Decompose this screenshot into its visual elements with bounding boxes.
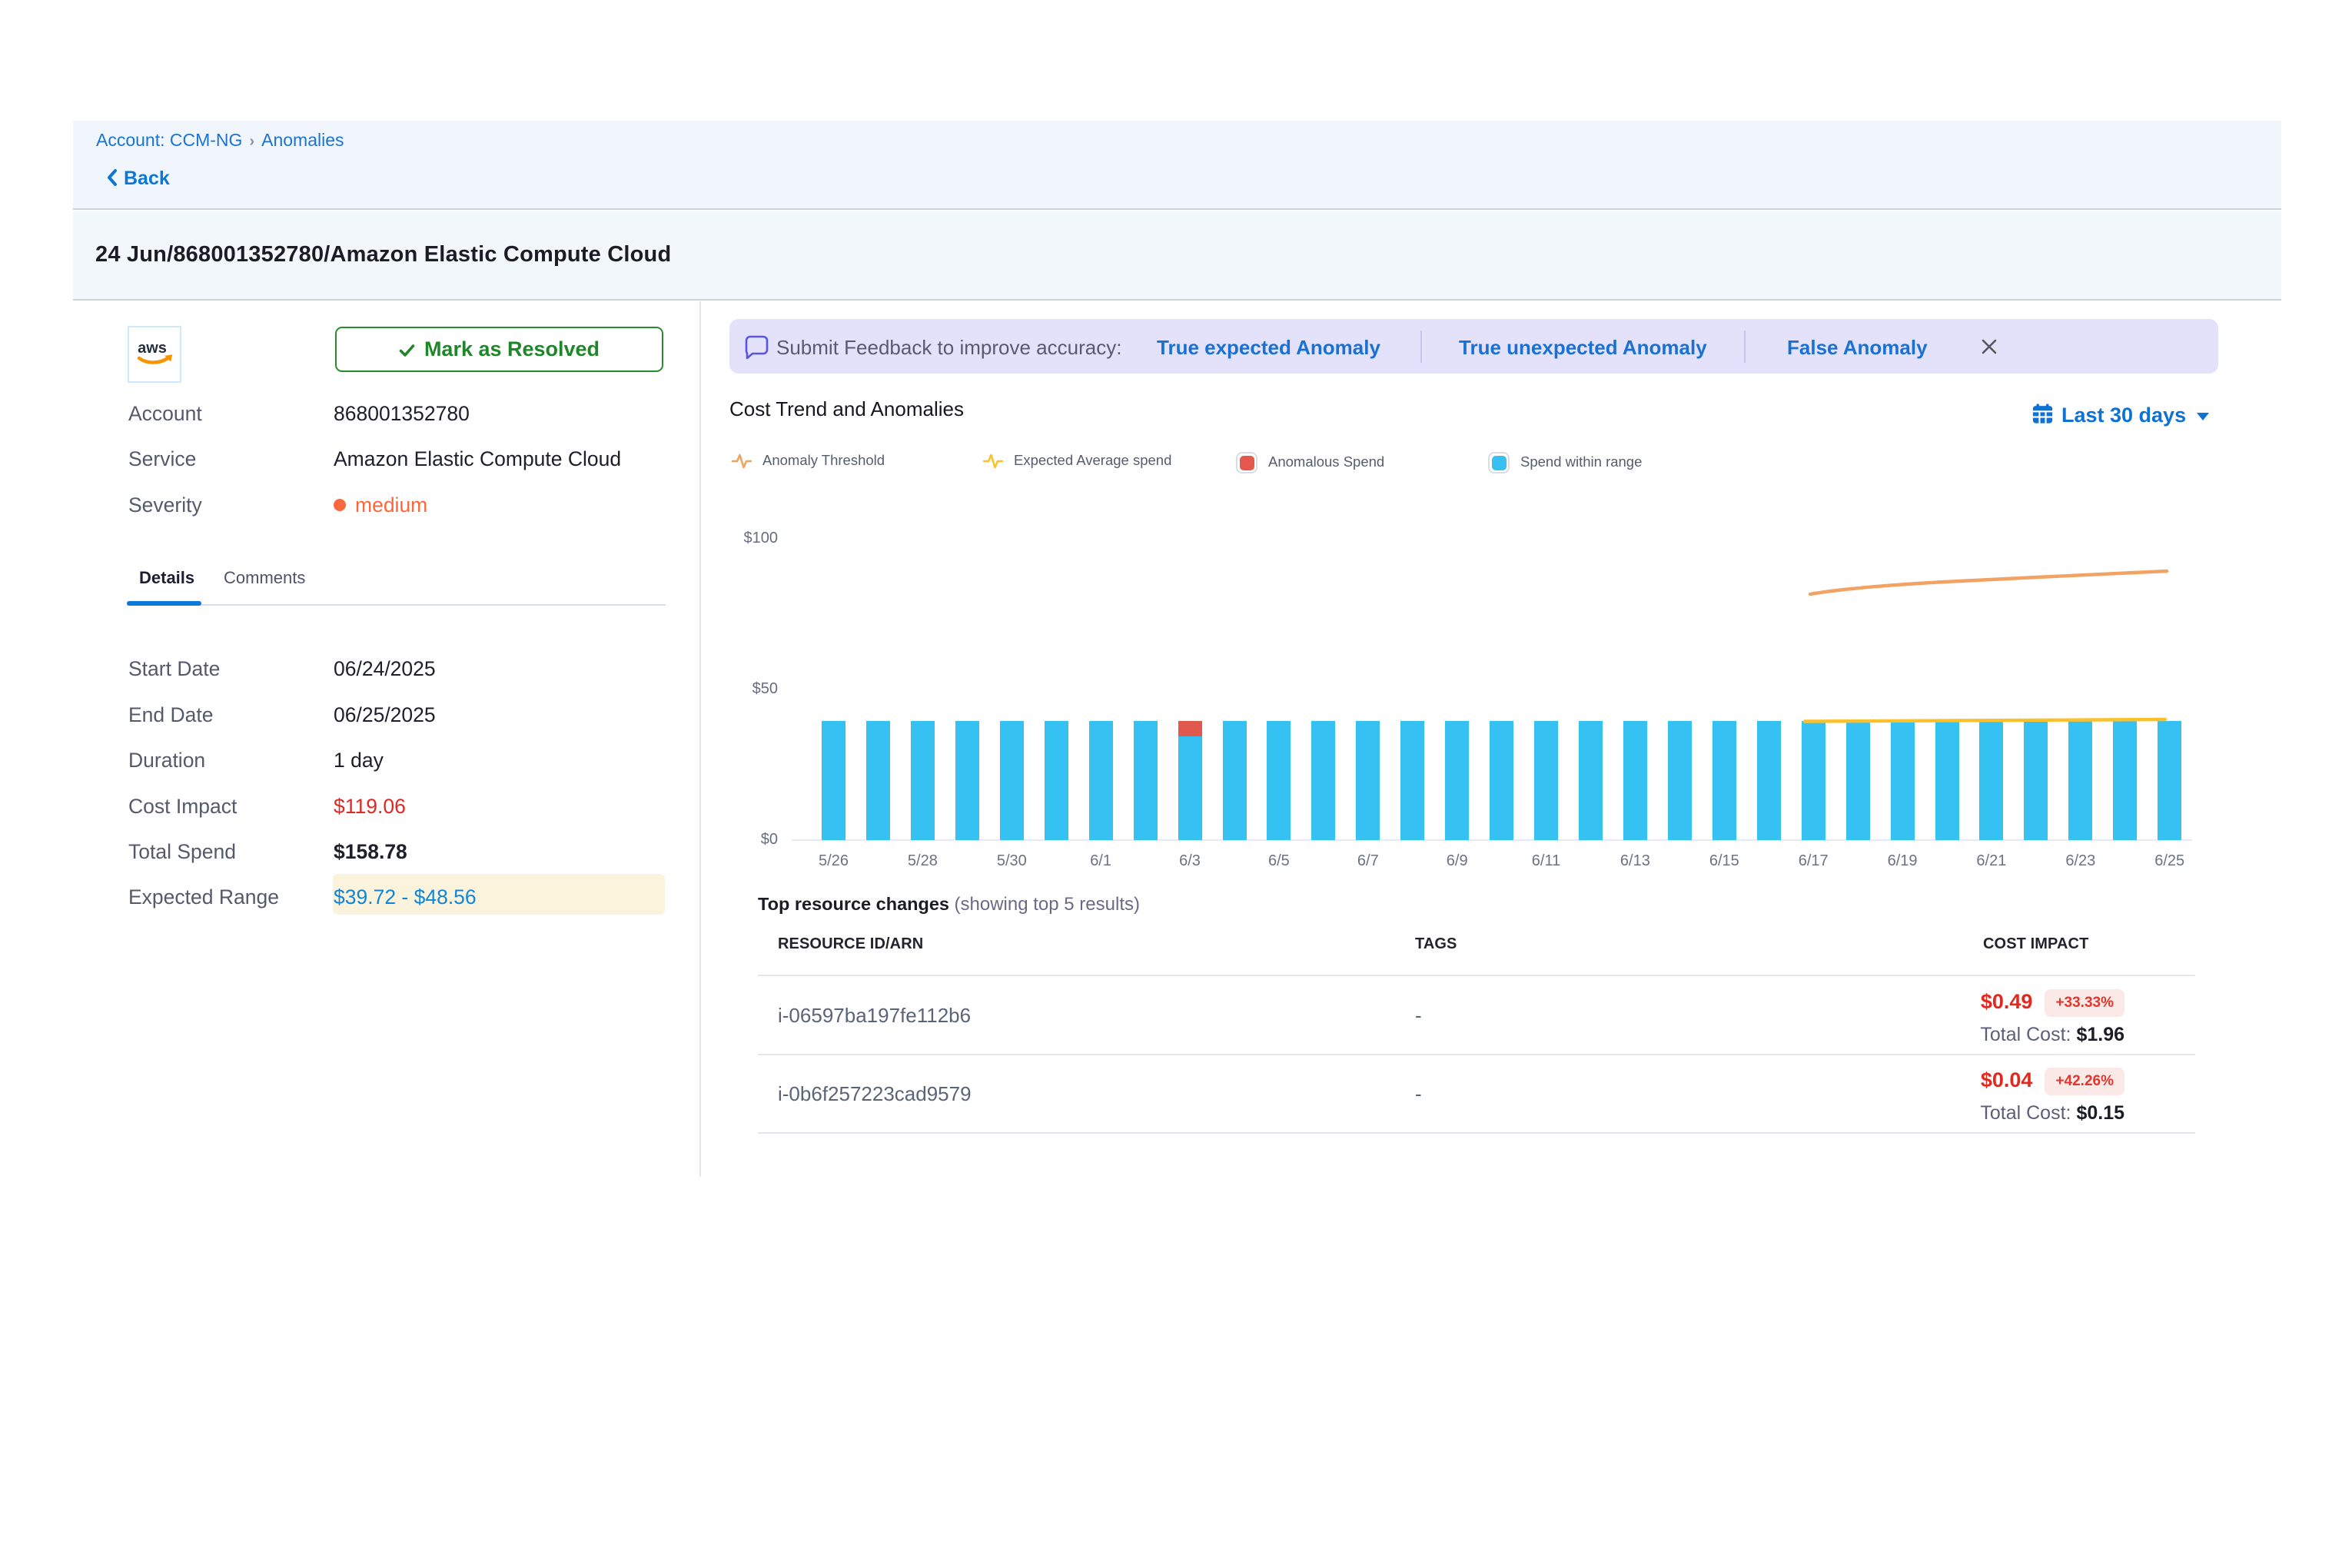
svg-text:aws: aws: [138, 340, 167, 357]
